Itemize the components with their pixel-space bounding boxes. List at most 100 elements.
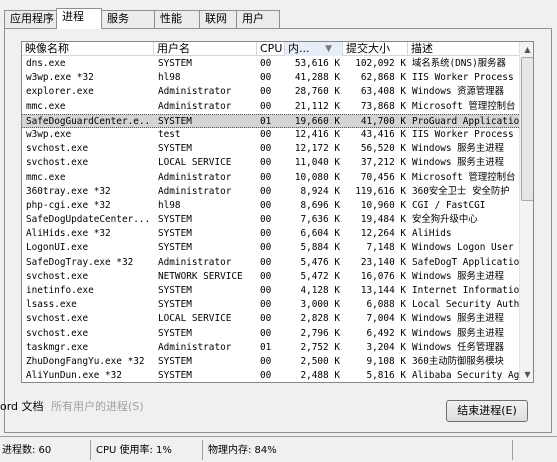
scrollbar-thumb[interactable] xyxy=(521,57,533,201)
cell-mem: 6,604 K xyxy=(300,228,340,240)
cell-mem: 2,796 K xyxy=(300,327,340,339)
table-row[interactable]: SafeDogTray.exe *32 Administrator 00 5,476 … xyxy=(22,256,520,270)
cell-cpu: 00 xyxy=(260,86,272,98)
tab-services[interactable]: 服务 xyxy=(101,10,155,28)
cell-name: php-cgi.exe *32 xyxy=(26,199,111,211)
table-row[interactable]: explorer.exe Administrator 00 28,760 K 63,40… xyxy=(22,85,519,99)
cell-name: SafeDogUpdateCenter.... xyxy=(26,214,152,226)
cell-name: LogonUI.exe xyxy=(26,242,89,254)
show-all-users-checkbox-label[interactable]: 所有用户的进程(S) xyxy=(51,400,144,413)
status-divider xyxy=(90,440,91,460)
cell-desc: Windows Logon User I xyxy=(412,242,520,254)
tab-processes[interactable]: 进程 xyxy=(56,8,102,29)
cell-commit: 3,204 K xyxy=(366,341,406,353)
table-row[interactable]: svchost.exe LOCAL SERVICE 00 11,040 K 37,212… xyxy=(22,156,519,170)
table-row[interactable]: w3wp.exe test 00 12,416 K 43,416 K IIS Worker… xyxy=(22,128,519,142)
cell-mem: 2,752 K xyxy=(300,341,340,353)
cell-user: LOCAL SERVICE xyxy=(158,313,232,325)
status-cpu-usage: CPU 使用率: 1% xyxy=(96,445,172,456)
table-row[interactable]: inetinfo.exe SYSTEM 00 4,128 K 13,144 K Inter… xyxy=(22,284,520,298)
process-rows: dns.exe SYSTEM 00 53,616 K 102,092 K 域名系统(DNS… xyxy=(22,57,520,382)
status-divider xyxy=(512,440,513,460)
cell-user: SYSTEM xyxy=(158,355,192,367)
column-header-description[interactable]: 描述 xyxy=(408,42,519,56)
cell-desc: CGI / FastCGI xyxy=(412,199,486,211)
cell-mem: 2,500 K xyxy=(300,355,340,367)
tab-users[interactable]: 用户 xyxy=(236,10,280,28)
table-row[interactable]: ZhuDongFangYu.exe *32 SYSTEM 00 2,500 K 9,10… xyxy=(22,355,519,369)
process-list[interactable]: 映像名称 用户名 CPU 内... ▼ 提交大小 描述 dns.exe SYSTE… xyxy=(21,41,534,383)
table-row[interactable]: svchost.exe LOCAL SERVICE 00 2,828 K 7,004 K… xyxy=(22,312,519,326)
cell-name: SafeDogTray.exe *32 xyxy=(26,256,134,268)
cell-commit: 10,960 K xyxy=(360,199,406,211)
cell-user: LOCAL SERVICE xyxy=(158,157,232,169)
cell-desc: SafeDogT Application xyxy=(412,256,520,268)
table-row[interactable]: svchost.exe SYSTEM 00 12,172 K 56,520 K Windo… xyxy=(22,142,519,156)
cell-cpu: 00 xyxy=(260,327,272,339)
table-row[interactable]: SafeDogGuardCenter.e... SYSTEM 01 19,660 K 4… xyxy=(22,113,520,128)
cell-mem: 19,660 K xyxy=(294,115,340,127)
tab-networking[interactable]: 联网 xyxy=(199,10,237,28)
table-row[interactable]: taskmgr.exe Administrator 01 2,752 K 3,204 K… xyxy=(22,341,519,355)
column-header-memory[interactable]: 内... ▼ xyxy=(285,42,343,56)
cell-mem: 8,696 K xyxy=(300,199,340,211)
scroll-up-icon[interactable]: ▲ xyxy=(520,42,533,57)
column-header-user-name[interactable]: 用户名 xyxy=(154,42,257,56)
cell-cpu: 00 xyxy=(260,128,272,140)
table-row[interactable]: w3wp.exe *32 hl98 00 41,288 K 62,868 K IIS Wo… xyxy=(22,71,519,85)
column-header-commit-size[interactable]: 提交大小 xyxy=(343,42,408,56)
cell-user: SYSTEM xyxy=(158,327,192,339)
cell-name: SafeDogGuardCenter.e... xyxy=(26,115,152,127)
cell-mem: 53,616 K xyxy=(294,58,340,69)
table-row[interactable]: php-cgi.exe *32 hl98 00 8,696 K 10,960 K CGI … xyxy=(22,199,519,213)
cell-user: hl98 xyxy=(158,199,181,211)
cell-commit: 7,148 K xyxy=(366,242,406,254)
cell-desc: 360安全卫士 安全防护 xyxy=(412,185,510,197)
table-row[interactable]: svchost.exe SYSTEM 00 2,796 K 6,492 K Windows… xyxy=(22,327,519,341)
table-row[interactable]: svchost.exe NETWORK SERVICE 00 5,472 K 16,07… xyxy=(22,270,519,284)
scroll-down-icon[interactable]: ▼ xyxy=(520,367,533,382)
vertical-scrollbar[interactable]: ▲ ▼ xyxy=(519,42,533,382)
cell-desc: Windows 任务管理器 xyxy=(412,341,505,353)
cell-desc: Microsoft 管理控制台 xyxy=(412,100,516,112)
tab-applications[interactable]: 应用程序 xyxy=(4,10,57,28)
cell-user: Administrator xyxy=(158,256,232,268)
table-row[interactable]: 360tray.exe *32 Administrator 00 8,924 K 119… xyxy=(22,185,519,199)
cell-commit: 9,108 K xyxy=(366,355,406,367)
cell-cpu: 00 xyxy=(260,228,272,240)
cell-desc: Windows 服务主进程 xyxy=(412,327,505,339)
cell-name: dns.exe xyxy=(26,58,66,69)
cell-mem: 5,476 K xyxy=(300,256,340,268)
table-row[interactable]: LogonUI.exe SYSTEM 00 5,884 K 7,148 K Windows… xyxy=(22,241,520,255)
cell-mem: 41,288 K xyxy=(294,72,340,84)
end-process-button[interactable]: 结束进程(E) xyxy=(446,400,528,422)
cell-desc: 360主动防御服务模块 xyxy=(412,355,504,367)
table-row[interactable]: lsass.exe SYSTEM 00 3,000 K 6,088 K Local Sec… xyxy=(22,298,520,312)
cell-cpu: 00 xyxy=(260,171,272,183)
cell-mem: 2,488 K xyxy=(300,370,340,382)
cell-name: explorer.exe xyxy=(26,86,94,98)
column-header-cpu[interactable]: CPU xyxy=(257,42,285,56)
cell-desc: Windows 服务主进程 xyxy=(412,313,505,325)
table-row[interactable]: SafeDogUpdateCenter.... SYSTEM 00 7,636 K 19… xyxy=(22,213,519,227)
column-header-image-name[interactable]: 映像名称 xyxy=(22,42,154,56)
table-row[interactable]: dns.exe SYSTEM 00 53,616 K 102,092 K 域名系统(DNS… xyxy=(22,57,519,71)
cell-mem: 5,472 K xyxy=(300,270,340,282)
cell-cpu: 00 xyxy=(260,355,272,367)
sort-descending-icon: ▼ xyxy=(325,44,332,54)
table-row[interactable]: AliYunDun.exe *32 SYSTEM 00 2,488 K 5,816 K A… xyxy=(22,369,520,382)
cell-mem: 11,040 K xyxy=(294,157,340,169)
cell-commit: 63,408 K xyxy=(360,86,406,98)
table-row[interactable]: mmc.exe Administrator 00 10,080 K 70,456 K Mi… xyxy=(22,171,519,185)
table-row[interactable]: AliHids.exe *32 SYSTEM 00 6,604 K 12,264 K Al… xyxy=(22,227,519,241)
table-row[interactable]: mmc.exe Administrator 00 21,112 K 73,868 K Mi… xyxy=(22,100,519,114)
cell-mem: 2,828 K xyxy=(300,313,340,325)
cell-desc: 域名系统(DNS)服务器 xyxy=(412,58,506,69)
cell-desc: IIS Worker Process xyxy=(412,72,514,84)
cell-name: mmc.exe xyxy=(26,100,66,112)
tab-strip: 应用程序 进程 服务 性能 联网 用户 xyxy=(4,8,294,29)
cell-mem: 28,760 K xyxy=(294,86,340,98)
cell-user: SYSTEM xyxy=(158,58,192,69)
tab-performance[interactable]: 性能 xyxy=(154,10,200,28)
cell-mem: 21,112 K xyxy=(294,100,340,112)
